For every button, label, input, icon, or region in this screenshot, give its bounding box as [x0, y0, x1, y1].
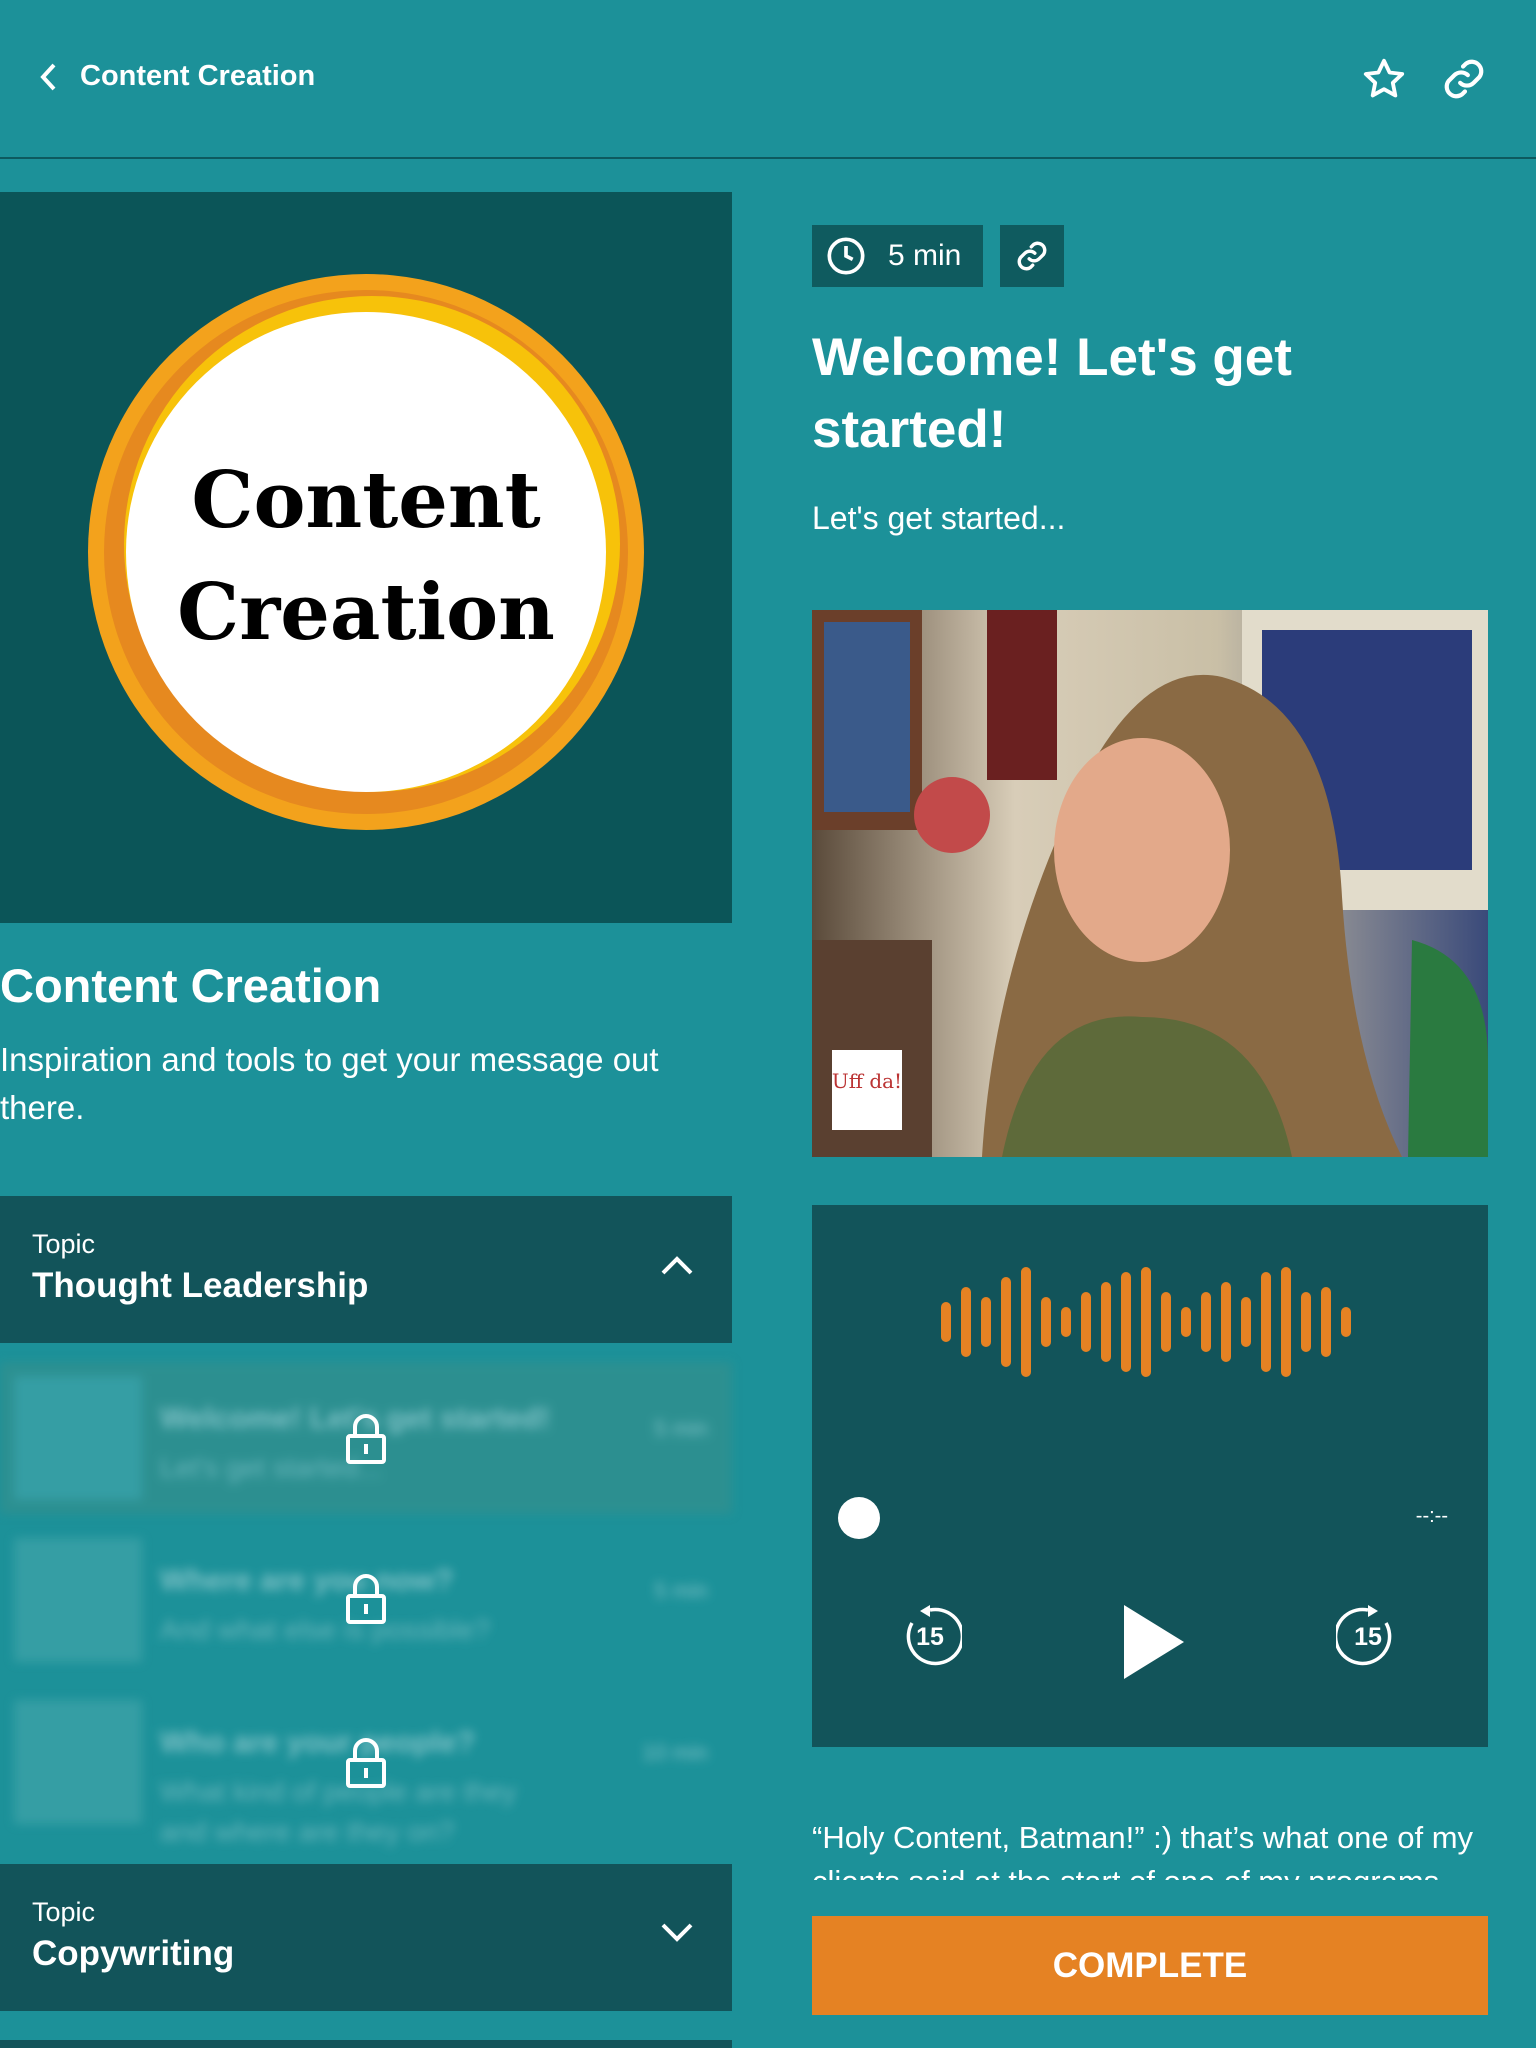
next-topic — [0, 2040, 732, 2048]
link-icon[interactable] — [1441, 56, 1487, 102]
course-cover-image: Content Creation — [0, 192, 732, 923]
svg-text:Creation: Creation — [177, 567, 555, 658]
top-bar: Content Creation — [0, 0, 1536, 159]
lock-icon — [346, 1738, 386, 1788]
play-button[interactable] — [1124, 1605, 1184, 1679]
waveform-icon — [941, 1267, 1351, 1377]
header-title: Content Creation — [80, 60, 316, 92]
course-title: Content Creation — [0, 959, 382, 1012]
topic-label: Topic — [32, 1229, 96, 1259]
link-icon — [1017, 241, 1047, 271]
topic-copywriting[interactable]: Topic Copywriting — [0, 1864, 732, 2011]
duration-badge: 5 min — [812, 225, 983, 287]
rewind-15-button[interactable]: 15 — [898, 1605, 965, 1669]
complete-button[interactable]: COMPLETE — [812, 1916, 1488, 2015]
svg-text:Uff da!: Uff da! — [832, 1069, 902, 1093]
book-icon — [14, 1538, 142, 1662]
topic-name: Copywriting — [32, 1934, 235, 1973]
book-icon — [14, 1376, 142, 1500]
copy-link-button[interactable] — [1000, 225, 1064, 287]
lesson-body-text: “Holy Content, Batman!” :) that’s what o… — [812, 1820, 1474, 1880]
course-description: Inspiration and tools to get your messag… — [0, 1041, 659, 1126]
book-icon — [14, 1700, 142, 1824]
chevron-left-icon — [40, 63, 56, 90]
audio-player: --:-- 15 15 — [812, 1205, 1488, 1747]
back-button[interactable]: Content Creation — [38, 60, 315, 93]
svg-text:Content: Content — [191, 455, 540, 546]
forward-15-button[interactable]: 15 — [1333, 1605, 1400, 1669]
star-icon[interactable] — [1361, 56, 1407, 102]
lesson-video[interactable]: Uff da! — [812, 610, 1488, 1157]
lock-icon — [346, 1414, 386, 1464]
clock-icon — [827, 237, 865, 275]
topic-label: Topic — [32, 1897, 96, 1927]
chevron-up-icon — [661, 1256, 693, 1275]
topic-thought-leadership[interactable]: Topic Thought Leadership — [0, 1196, 732, 1343]
lock-icon — [346, 1574, 386, 1624]
chevron-down-icon — [661, 1923, 693, 1942]
lesson-subtitle: Let's get started... — [812, 500, 1066, 536]
audio-time: --:-- — [1415, 1505, 1448, 1527]
seek-slider-handle[interactable] — [838, 1497, 880, 1539]
topic-name: Thought Leadership — [32, 1266, 369, 1305]
lesson-title: Welcome! Let's get started! — [812, 328, 1292, 459]
